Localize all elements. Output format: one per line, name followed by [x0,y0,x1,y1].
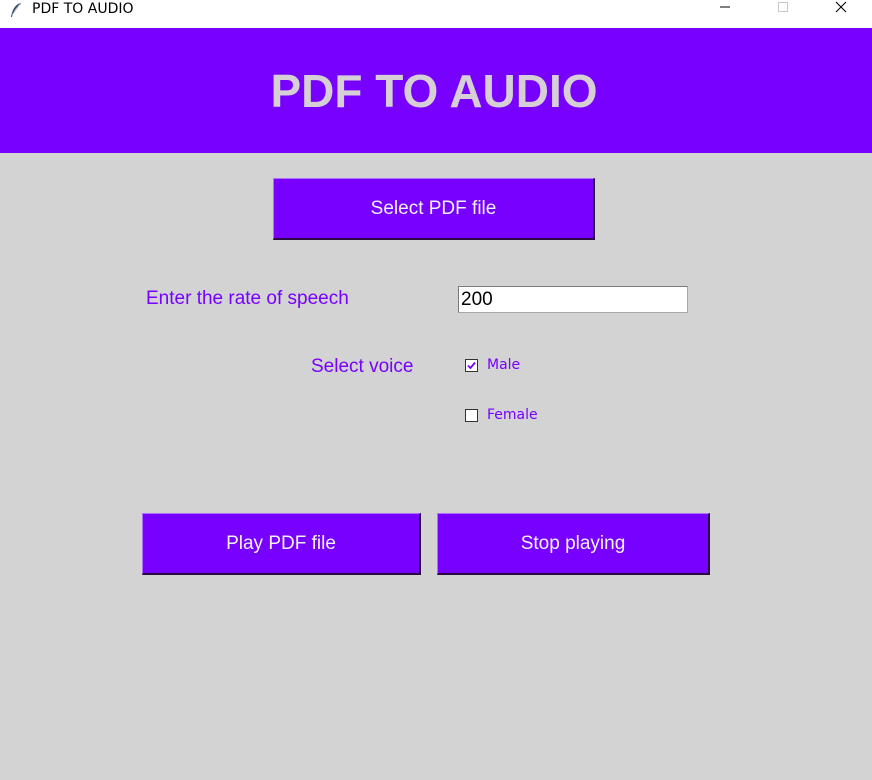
close-button[interactable] [818,0,864,18]
play-pdf-button[interactable]: Play PDF file [142,513,421,575]
select-pdf-button[interactable]: Select PDF file [273,178,595,240]
minimize-icon [719,0,731,18]
male-label: Male [487,357,521,373]
page-title: PDF TO AUDIO [270,64,598,117]
female-checkbox-box[interactable] [465,408,478,422]
male-checkbox-box[interactable] [465,358,478,372]
rate-label: Enter the rate of speech [146,288,349,309]
female-checkbox[interactable]: Female [465,407,538,423]
rate-input[interactable] [458,286,688,313]
maximize-icon [777,0,789,18]
female-label: Female [487,407,538,423]
app-window: PDF TO AUDIO PDF TO AUDIO Select PDF fil… [0,0,872,780]
male-checkbox[interactable]: Male [465,357,520,373]
feather-icon [9,2,23,18]
checkmark-icon [467,361,476,369]
minimize-button[interactable] [702,0,748,18]
window-title: PDF TO AUDIO [32,1,134,17]
stop-playing-button[interactable]: Stop playing [437,513,710,575]
title-bar: PDF TO AUDIO [0,0,872,28]
bottom-edge [0,776,872,780]
maximize-button[interactable] [760,0,806,18]
close-icon [835,0,847,18]
header-banner: PDF TO AUDIO [0,28,872,153]
voice-label: Select voice [311,356,414,377]
